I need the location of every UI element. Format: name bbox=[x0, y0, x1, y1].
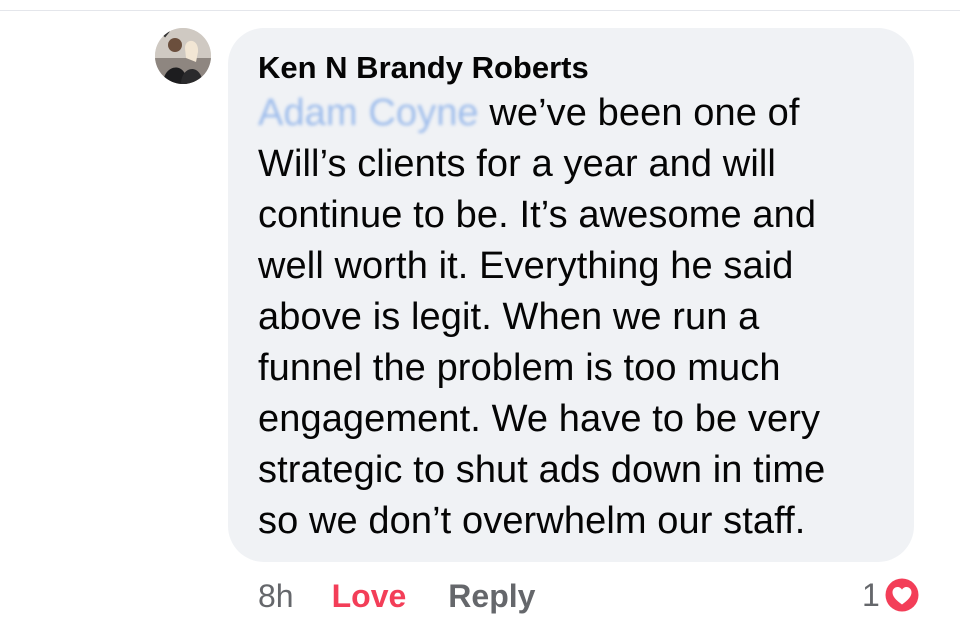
comment-bubble: Ken N Brandy Roberts Adam Coyne we’ve be… bbox=[228, 28, 914, 562]
comment-line: engagement. We have to be very bbox=[258, 398, 821, 440]
reaction-count: 1 bbox=[862, 576, 880, 613]
comment-line: strategic to shut ads down in time bbox=[258, 449, 826, 491]
love-button[interactable]: Love bbox=[332, 578, 407, 615]
comment-line: well worth it. Everything he said bbox=[258, 245, 794, 287]
comment-line: we’ve been one of bbox=[478, 92, 800, 134]
avatar-photo bbox=[155, 28, 211, 84]
comment-line: funnel the problem is too much bbox=[258, 347, 781, 389]
top-divider bbox=[0, 0, 960, 11]
comment-text: Adam Coyne we’ve been one of Will’s clien… bbox=[258, 88, 884, 547]
reply-button[interactable]: Reply bbox=[448, 578, 535, 615]
comment-line: above is legit. When we run a bbox=[258, 296, 760, 338]
reaction-summary[interactable]: 1 bbox=[862, 572, 922, 618]
mention-link[interactable]: Adam Coyne bbox=[258, 92, 479, 134]
avatar[interactable] bbox=[155, 28, 211, 84]
comment-author[interactable]: Ken N Brandy Roberts bbox=[258, 48, 884, 88]
comment-actions: 8h Love Reply bbox=[258, 576, 535, 616]
love-reaction-icon bbox=[882, 576, 921, 614]
comment-line: continue to be. It’s awesome and bbox=[258, 194, 817, 236]
comment-line: Will’s clients for a year and will bbox=[258, 143, 776, 185]
comment-timestamp[interactable]: 8h bbox=[258, 578, 294, 615]
comment-line: so we don’t overwhelm our staff. bbox=[258, 500, 806, 542]
